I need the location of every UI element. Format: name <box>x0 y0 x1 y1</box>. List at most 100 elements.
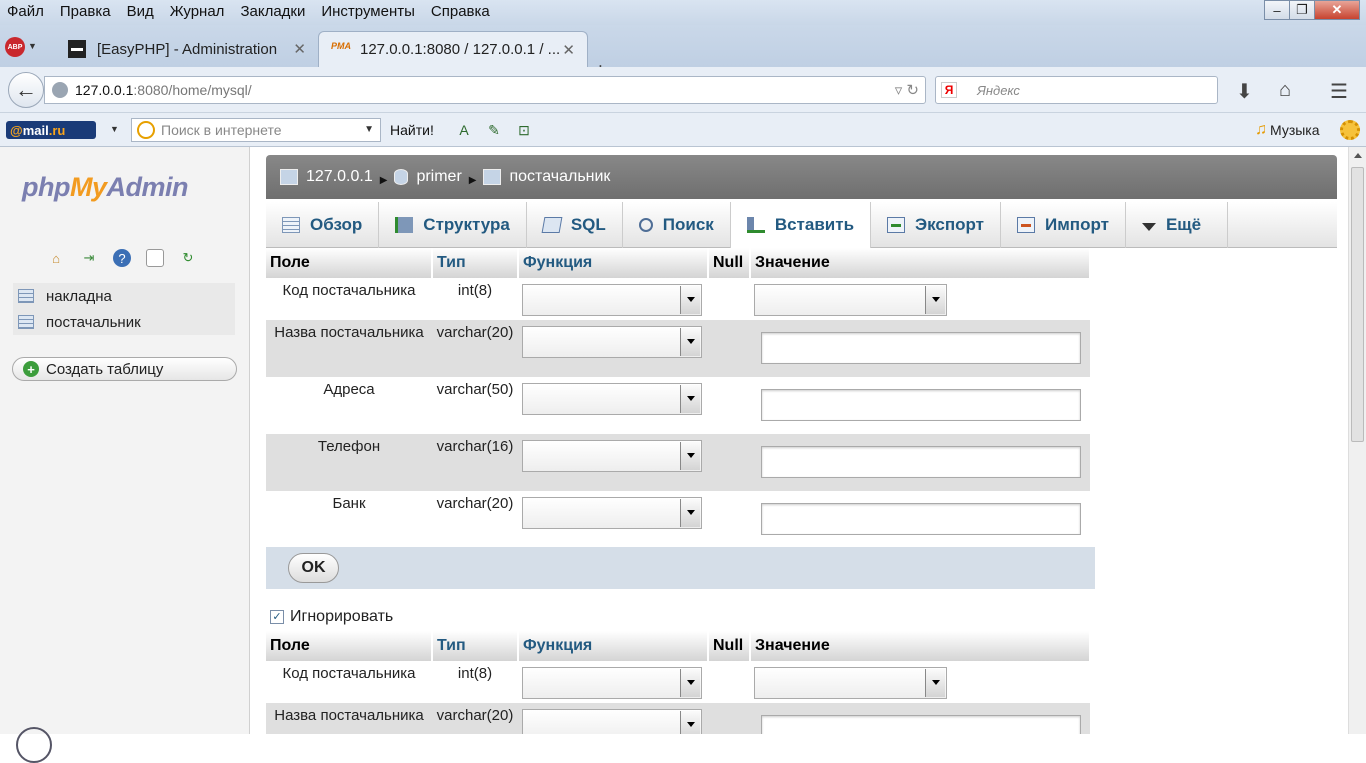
function-select[interactable] <box>522 383 702 415</box>
phpmyadmin-logo[interactable]: phpMyAdmin <box>22 172 188 203</box>
address-bar[interactable]: 127.0.0.1 :8080/home/mysql/ ▿ ↻ <box>44 76 926 104</box>
breadcrumb-database[interactable]: primer <box>416 168 461 186</box>
music-button[interactable]: ♫ Музыка <box>1255 121 1320 139</box>
menu-help[interactable]: Справка <box>423 2 498 20</box>
value-input[interactable] <box>761 446 1081 478</box>
col-type[interactable]: Тип <box>432 248 519 278</box>
navigation-bar: ← 127.0.0.1 :8080/home/mysql/ ▿ ↻ Я Янде… <box>0 67 1366 113</box>
internet-search-input[interactable]: Поиск в интернете ▼ <box>131 118 381 142</box>
col-field: Поле <box>266 631 433 661</box>
col-function[interactable]: Функция <box>518 631 709 661</box>
menu-edit[interactable]: Правка <box>52 2 119 20</box>
field-type: varchar(20) <box>432 491 518 548</box>
docs-icon[interactable] <box>146 249 164 267</box>
gear-icon[interactable] <box>1340 120 1360 140</box>
vertical-scrollbar[interactable] <box>1348 147 1366 734</box>
tab-phpmyadmin[interactable]: PMA 127.0.0.1:8080 / 127.0.0.1 / ... ✕ <box>318 31 588 67</box>
mailru-dropdown-icon[interactable]: ▼ <box>110 124 119 134</box>
tab-export[interactable]: Экспорт <box>871 202 1002 248</box>
col-null: Null <box>708 631 751 661</box>
reload-icon[interactable]: ↻ <box>179 249 197 267</box>
tab-sql[interactable]: SQL <box>527 202 623 248</box>
field-name: Телефон <box>266 434 432 491</box>
ok-button[interactable]: OK <box>288 553 339 583</box>
menu-tools[interactable]: Инструменты <box>313 2 423 20</box>
table-row: Код постачальника int(8) <box>266 278 1090 320</box>
download-icon[interactable]: ⬇ <box>1236 79 1253 104</box>
easyphp-favicon-icon <box>68 40 86 58</box>
breadcrumb: 127.0.0.1 ▶ primer ▶ постачальник <box>266 155 1337 199</box>
close-window-button[interactable]: ✕ <box>1314 0 1360 20</box>
home-icon[interactable]: ⌂ <box>1279 79 1291 102</box>
back-button[interactable]: ← <box>8 72 44 108</box>
value-input[interactable] <box>761 503 1081 535</box>
find-button[interactable]: Найти! <box>390 122 434 138</box>
col-field: Поле <box>266 248 433 278</box>
value-input[interactable] <box>761 332 1081 364</box>
value-select[interactable] <box>754 284 947 316</box>
function-select[interactable] <box>522 709 702 734</box>
menu-file[interactable]: Файл <box>0 2 52 20</box>
adblock-dropdown-icon[interactable]: ▼ <box>28 41 37 51</box>
url-path: :8080/home/mysql/ <box>133 82 252 98</box>
tab-browse[interactable]: Обзор <box>266 202 380 248</box>
breadcrumb-server[interactable]: 127.0.0.1 <box>306 168 373 186</box>
value-select[interactable] <box>754 667 947 699</box>
mailru-logo[interactable]: @ mail .ru <box>6 121 96 139</box>
search-icon <box>137 121 155 139</box>
menu-bookmarks[interactable]: Закладки <box>232 2 313 20</box>
null-cell <box>708 703 750 734</box>
sidebar-item-postachalnyk[interactable]: постачальник <box>13 309 235 335</box>
col-function[interactable]: Функция <box>518 248 709 278</box>
value-input[interactable] <box>761 715 1081 734</box>
export-icon <box>887 217 906 233</box>
highlighter-icon[interactable]: ✎ <box>482 119 506 141</box>
logout-icon[interactable]: ⇥ <box>80 249 98 267</box>
home-icon[interactable]: ⌂ <box>47 249 65 267</box>
console-icon[interactable] <box>16 727 52 763</box>
adblock-icon[interactable]: ABP <box>5 37 25 57</box>
close-tab-icon[interactable]: ✕ <box>293 40 306 58</box>
table-row: Адреса varchar(50) <box>266 377 1090 434</box>
menu-history[interactable]: Журнал <box>162 2 233 20</box>
function-select[interactable] <box>522 326 702 358</box>
web-search-box[interactable]: Я Яндекс <box>935 76 1218 104</box>
reload-icon[interactable]: ▿ ↻ <box>895 81 919 99</box>
breadcrumb-table[interactable]: постачальник <box>509 168 610 186</box>
create-table-button[interactable]: + Создать таблицу <box>12 357 237 381</box>
value-input[interactable] <box>761 389 1081 421</box>
title-bar: Файл Правка Вид Журнал Закладки Инструме… <box>0 0 1366 25</box>
table-row: Телефон varchar(16) <box>266 434 1090 491</box>
menu-view[interactable]: Вид <box>119 2 162 20</box>
function-select[interactable] <box>522 284 702 316</box>
browse-icon <box>282 217 300 233</box>
minimize-button[interactable]: – <box>1264 0 1290 20</box>
chevron-down-icon[interactable]: ▼ <box>364 124 374 135</box>
tab-search[interactable]: Поиск <box>623 202 731 248</box>
ignore-option[interactable]: ✓ Игнорировать <box>270 608 393 626</box>
function-select[interactable] <box>522 440 702 472</box>
help-icon[interactable]: ? <box>113 249 131 267</box>
yandex-icon[interactable]: Я <box>941 82 957 98</box>
font-size-icon[interactable]: A <box>452 119 476 141</box>
maximize-button[interactable]: ❐ <box>1289 0 1315 20</box>
tab-more[interactable]: Ещё <box>1126 202 1229 248</box>
col-type[interactable]: Тип <box>432 631 519 661</box>
ignore-checkbox[interactable]: ✓ <box>270 610 284 624</box>
tab-structure[interactable]: Структура <box>379 202 527 248</box>
function-select[interactable] <box>522 497 702 529</box>
screenshot-icon[interactable]: ⊡ <box>512 119 536 141</box>
close-tab-icon[interactable]: ✕ <box>562 41 575 59</box>
col-null: Null <box>708 248 751 278</box>
function-select[interactable] <box>522 667 702 699</box>
scroll-thumb[interactable] <box>1351 167 1364 442</box>
tab-import[interactable]: Импорт <box>1001 202 1126 248</box>
field-type: varchar(50) <box>432 377 518 434</box>
toolbar-icons: A ✎ ⊡ <box>452 119 542 141</box>
breadcrumb-separator-icon: ▶ <box>468 174 477 186</box>
menu-icon[interactable]: ☰ <box>1330 79 1348 104</box>
tab-easyphp[interactable]: [EasyPHP] - Administration ✕ <box>58 31 318 67</box>
sidebar-item-nakladna[interactable]: накладна <box>13 283 235 309</box>
scroll-up-icon[interactable] <box>1354 153 1362 158</box>
tab-insert[interactable]: Вставить <box>730 202 872 248</box>
